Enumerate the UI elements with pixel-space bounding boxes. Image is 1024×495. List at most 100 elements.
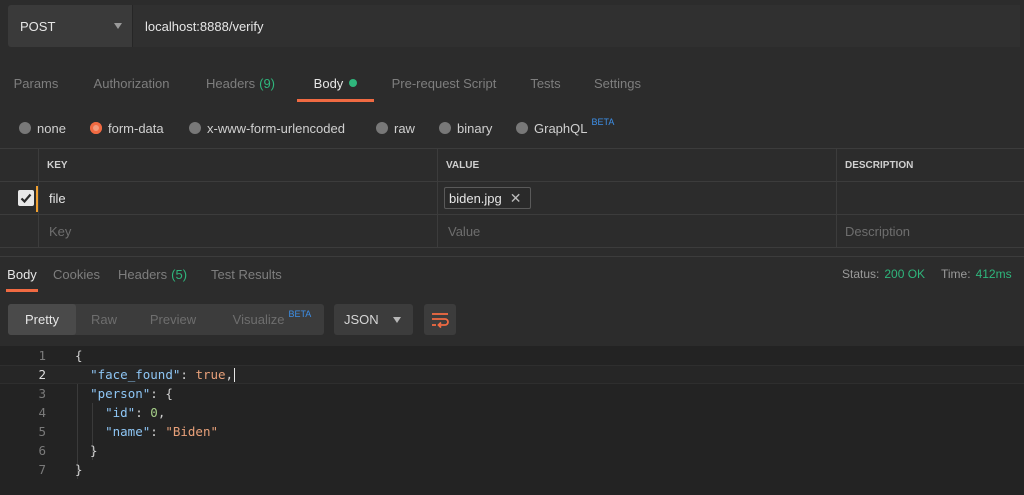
tab-cookies-label: Cookies [53,266,100,282]
tab-response-body[interactable]: Body [6,257,38,292]
radio-icon [516,122,528,134]
radio-icon [19,122,31,134]
view-visualize[interactable]: Visualize BETA [224,304,320,335]
tab-response-body-label: Body [7,266,37,282]
code-line: 3 "person": { [0,384,1024,403]
tab-headers[interactable]: Headers (9) [204,64,277,102]
text-cursor [234,368,236,383]
row-value-cell: biden.jpg ✕ [437,182,836,214]
code-text: } [75,462,83,477]
tab-authorization[interactable]: Authorization [90,64,173,102]
tab-response-headers[interactable]: Headers (5) [118,257,187,291]
view-pretty-label: Pretty [25,312,59,327]
language-select[interactable]: JSON [334,304,413,335]
json-boolean: true [195,366,226,382]
radio-none[interactable]: none [19,116,66,140]
response-tabs: Body Cookies Headers (5) Test Results Sta… [0,256,1024,292]
view-preview-label: Preview [149,312,197,327]
code-line: 6 } [0,441,1024,460]
header-check-cell [0,149,38,181]
row-check-cell [0,182,38,214]
tab-params-label: Params [13,75,59,91]
line-number: 5 [38,424,46,439]
radio-urlencoded[interactable]: x-www-form-urlencoded [189,116,345,140]
body-indicator-dot [349,79,358,87]
beta-badge: BETA [591,117,615,127]
code-line: 1 { [0,346,1024,365]
view-preview[interactable]: Preview [142,304,204,335]
method-label: POST [20,18,56,34]
code-line: 7 } [0,460,1024,479]
table-header-row: KEY VALUE DESCRIPTION [0,149,1024,182]
row-key-value: file [49,190,66,206]
url-value: localhost:8888/verify [145,18,264,34]
chevron-down-icon [393,317,401,323]
view-pretty[interactable]: Pretty [8,304,76,335]
check-icon [20,193,32,204]
tab-cookies[interactable]: Cookies [53,257,100,291]
form-data-table: KEY VALUE DESCRIPTION file biden.jpg ✕ K… [0,148,1024,248]
close-icon[interactable]: ✕ [510,190,522,207]
value-header-label: VALUE [446,159,480,171]
json-key: "id" [105,405,136,420]
tab-settings[interactable]: Settings [593,64,642,102]
row-description-input[interactable] [836,182,1024,214]
tab-test-results[interactable]: Test Results [211,257,282,291]
radio-icon [439,122,451,134]
file-chip[interactable]: biden.jpg ✕ [444,187,531,209]
code-text: "id": 0, [105,405,166,420]
file-name: biden.jpg [449,190,502,206]
url-input[interactable]: localhost:8888/verify [132,5,1020,47]
view-mode-bar: Pretty Raw Preview Visualize BETA [8,304,324,335]
tab-authorization-label: Authorization [93,75,170,91]
radio-form-data[interactable]: form-data [90,116,164,140]
row-key-input[interactable]: file [38,182,437,214]
code-line: 4 "id": 0, [0,403,1024,422]
code-line-current: 2 "face_found": true, [0,365,1024,384]
tab-prerequest-label: Pre-request Script [391,75,497,91]
status-label: Status: [842,267,880,281]
empty-check-cell [0,215,38,247]
tab-prerequest-script[interactable]: Pre-request Script [389,64,499,102]
code-line: 5 "name": "Biden" [0,422,1024,441]
column-header-key: KEY [38,149,437,181]
view-visualize-label: Visualize [232,312,285,327]
code-text: "face_found": true, [90,366,236,383]
radio-raw[interactable]: raw [376,116,415,140]
method-select[interactable]: POST [8,5,132,47]
new-value-input[interactable]: Value [437,215,836,247]
tab-tests[interactable]: Tests [529,64,562,102]
radio-none-label: none [37,120,66,136]
tab-body[interactable]: Body [297,64,374,102]
json-number: 0 [150,405,158,420]
radio-icon [376,122,388,134]
wrap-lines-icon [432,312,449,328]
view-raw-label: Raw [90,312,117,327]
tab-body-label: Body [313,75,344,91]
wrap-lines-button[interactable] [424,304,456,335]
description-header-label: DESCRIPTION [845,159,914,171]
code-text: "name": "Biden" [105,424,219,439]
radio-urlencoded-label: x-www-form-urlencoded [207,120,345,136]
json-string: "Biden" [165,424,219,439]
headers-count-badge: (9) [259,75,276,91]
language-label: JSON [344,312,379,327]
new-key-input[interactable]: Key [38,215,437,247]
response-code-editor[interactable]: 1 { 2 "face_found": true, 3 "person": { … [0,346,1024,495]
new-description-input[interactable]: Description [836,215,1024,247]
time-label: Time: [941,267,971,281]
radio-selected-icon [90,122,102,134]
radio-binary[interactable]: binary [439,116,492,140]
line-number: 2 [38,367,46,382]
row-enabled-checkbox[interactable] [18,190,34,206]
view-raw[interactable]: Raw [86,304,122,335]
description-placeholder: Description [845,223,911,239]
json-key: "face_found" [90,366,181,382]
request-tabs: Params Authorization Headers (9) Body Pre… [0,64,1024,102]
radio-icon [189,122,201,134]
tab-params[interactable]: Params [13,64,59,102]
value-placeholder: Value [448,223,481,239]
tab-test-results-label: Test Results [211,266,282,282]
time-value: 412ms [975,267,1012,281]
radio-graphql[interactable]: GraphQL BETA [516,116,614,140]
